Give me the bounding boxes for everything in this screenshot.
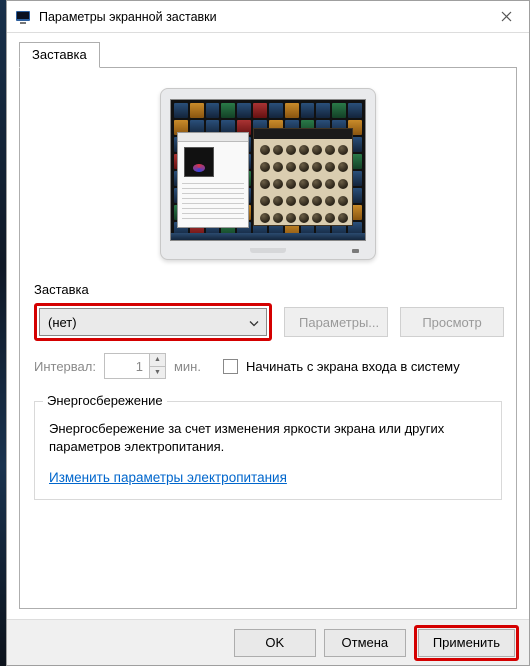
tab-panel: Заставка (нет) Параметры... Просмотр (19, 67, 517, 609)
preview-app-window-1 (177, 132, 249, 228)
close-icon (501, 11, 512, 22)
preview-app-window-2 (253, 128, 353, 226)
resume-checkbox[interactable] (223, 359, 238, 374)
tabstrip: Заставка (19, 41, 517, 67)
preview-area (34, 82, 502, 282)
screensaver-label: Заставка (34, 282, 502, 297)
cancel-button[interactable]: Отмена (324, 629, 406, 657)
screensaver-settings-window: Параметры экранной заставки Заставка (6, 0, 530, 666)
app-icon (15, 9, 31, 25)
highlight-apply: Применить (414, 625, 519, 661)
interval-input[interactable] (105, 354, 149, 378)
power-legend: Энергосбережение (43, 393, 167, 408)
power-group: Энергосбережение Энергосбережение за сче… (34, 401, 502, 500)
titlebar[interactable]: Параметры экранной заставки (7, 1, 529, 33)
screensaver-select[interactable]: (нет) (39, 308, 267, 336)
close-button[interactable] (483, 1, 529, 33)
spinner-down-icon[interactable]: ▼ (150, 367, 165, 379)
spinner-up-icon[interactable]: ▲ (150, 354, 165, 367)
highlight-select: (нет) (34, 303, 272, 341)
dialog-footer: OK Отмена Применить (7, 619, 529, 665)
window-title: Параметры экранной заставки (39, 10, 483, 24)
preview-button: Просмотр (400, 307, 504, 337)
tab-screensaver[interactable]: Заставка (19, 42, 100, 68)
power-text: Энергосбережение за счет изменения яркос… (49, 420, 487, 456)
monitor-graphic (160, 88, 376, 260)
interval-unit: мин. (174, 359, 201, 374)
monitor-screen (170, 99, 366, 241)
settings-button: Параметры... (284, 307, 388, 337)
resume-checkbox-label[interactable]: Начинать с экрана входа в систему (246, 359, 460, 374)
interval-label: Интервал: (34, 359, 96, 374)
power-settings-link[interactable]: Изменить параметры электропитания (49, 470, 287, 485)
interval-spinner[interactable]: ▲ ▼ (104, 353, 166, 379)
apply-button[interactable]: Применить (418, 629, 515, 657)
ok-button[interactable]: OK (234, 629, 316, 657)
